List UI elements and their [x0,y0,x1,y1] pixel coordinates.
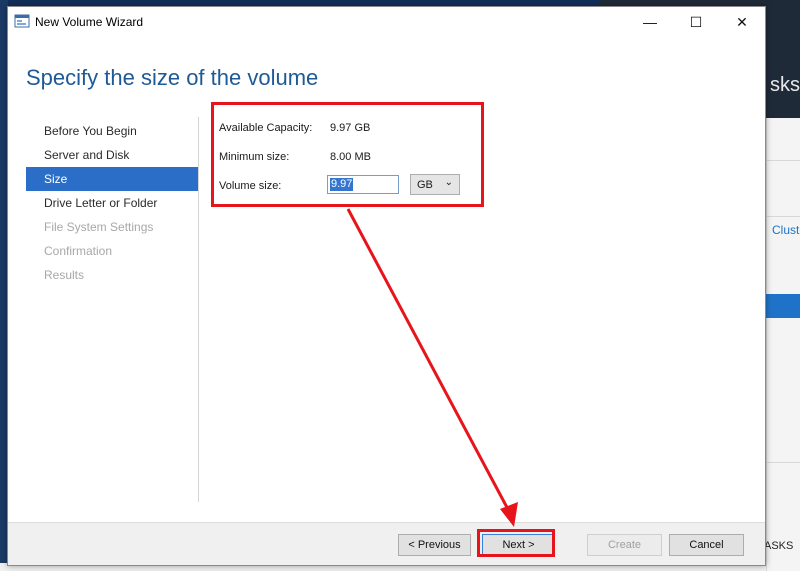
previous-button[interactable]: < Previous [398,534,471,556]
background-divider [766,216,800,217]
create-button: Create [587,534,662,556]
nav-item-size[interactable]: Size [26,167,198,191]
wizard-app-icon [14,14,30,28]
title-bar[interactable]: New Volume Wizard — ☐ ✕ [8,7,765,37]
close-button[interactable]: ✕ [719,7,765,37]
minimize-icon: — [643,14,657,30]
nav-item-drive-letter[interactable]: Drive Letter or Folder [26,191,198,215]
background-header-text: sks [770,74,800,96]
nav-item-results: Results [44,268,85,282]
nav-item-confirmation: Confirmation [44,244,113,258]
nav-item-before-you-begin[interactable]: Before You Begin [26,119,198,143]
minimize-button[interactable]: — [627,7,673,37]
nav-divider [198,117,199,502]
new-volume-wizard-window: New Volume Wizard — ☐ ✕ Specify the size… [7,6,766,566]
background-link[interactable]: Cluste [772,223,800,237]
background-panel [766,118,800,571]
annotation-highlight-size-fields [211,102,484,207]
wizard-steps-nav: Before You Begin Server and Disk Size Dr… [26,119,198,287]
wizard-footer: < Previous Next > Create Cancel [8,523,765,565]
maximize-icon: ☐ [689,13,703,30]
page-title: Specify the size of the volume [26,65,319,90]
background-selected-row[interactable] [766,294,800,318]
nav-item-server-and-disk[interactable]: Server and Disk [26,143,198,167]
window-title: New Volume Wizard [35,15,144,29]
annotation-highlight-next-button [477,529,555,557]
maximize-button[interactable]: ☐ [673,7,719,37]
background-divider [766,462,800,463]
cancel-button[interactable]: Cancel [669,534,744,556]
close-icon: ✕ [736,13,748,30]
background-tasks-label[interactable]: ASKS [764,540,793,552]
nav-item-file-system-settings: File System Settings [44,220,154,234]
background-divider [766,160,800,161]
